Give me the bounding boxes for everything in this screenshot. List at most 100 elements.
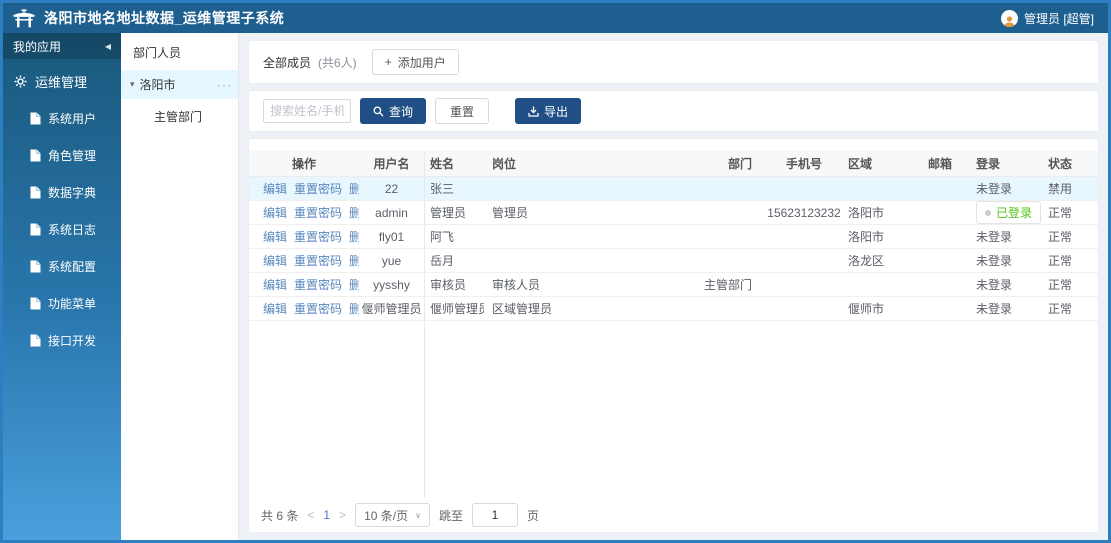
status-cell: 正常 [1048, 302, 1073, 316]
query-button[interactable]: 查询 [360, 98, 427, 124]
current-page[interactable]: 1 [323, 508, 330, 522]
action-link-delete[interactable]: 删除 [349, 206, 359, 220]
status-cell: 正常 [1048, 230, 1073, 244]
action-link-reset-password[interactable]: 重置密码 [294, 254, 342, 268]
table-header-row: 操作 用户名 姓名 岗位 部门 手机号 区域 邮箱 登录 状态 [249, 151, 1098, 177]
action-link-reset-password[interactable]: 重置密码 [294, 206, 342, 220]
sidebar-item-label: 数据字典 [48, 186, 97, 200]
file-icon [30, 112, 41, 125]
action-link-delete[interactable]: 删除 [349, 254, 359, 268]
username-cell: yysshy [373, 277, 410, 292]
sidebar-item-system-users[interactable]: 系统用户 [3, 100, 121, 137]
reset-button[interactable]: 重置 [435, 98, 490, 124]
table-row: 编辑重置密码删除 22 张三 未登录 禁用 [249, 177, 1098, 201]
sidebar-item-data-dictionary[interactable]: 数据字典 [3, 174, 121, 211]
sidebar-section-header[interactable]: 我的应用 ◀ [3, 33, 121, 59]
caret-down-icon[interactable]: ▾ [130, 79, 135, 90]
status-cell: 禁用 [1048, 182, 1073, 196]
table-row: 编辑重置密码删除 yysshy 审核员 审核人员 主管部门 未登录 正常 [249, 273, 1098, 297]
app-window: 洛阳市地名地址数据_运维管理子系统 管理员 [超管] 我的应用 ◀ 运维管理 系… [0, 0, 1111, 543]
table-row: 编辑重置密码删除 yue 岳月 洛龙区 未登录 正常 [249, 249, 1098, 273]
action-link-edit[interactable]: 编辑 [263, 278, 287, 292]
operations-cell: 编辑重置密码删除 [249, 228, 359, 245]
region-cell: 洛阳市 [848, 206, 885, 220]
action-link-delete[interactable]: 删除 [349, 278, 359, 292]
search-icon [373, 106, 384, 117]
phone-cell: 15623123232 [767, 205, 841, 220]
sidebar-item-label: 功能菜单 [48, 297, 97, 311]
table-row: 编辑重置密码删除 fly01 阿飞 洛阳市 未登录 正常 [249, 225, 1098, 249]
login-cell: 未登录 [976, 182, 1013, 196]
status-dot-icon [985, 209, 991, 216]
sidebar: 我的应用 ◀ 运维管理 系统用户 角色管理 数据字典 系统日志 系统配置 功能菜… [3, 33, 121, 540]
action-link-reset-password[interactable]: 重置密码 [294, 278, 342, 292]
name-cell: 审核员 [430, 278, 467, 292]
add-user-button[interactable]: + 添加用户 [371, 49, 459, 75]
action-link-reset-password[interactable]: 重置密码 [294, 230, 342, 244]
sidebar-item-system-config[interactable]: 系统配置 [3, 248, 121, 285]
column-header: 部门 [727, 157, 752, 171]
app-title: 洛阳市地名地址数据_运维管理子系统 [44, 10, 285, 26]
action-link-edit[interactable]: 编辑 [263, 302, 287, 316]
action-link-edit[interactable]: 编辑 [263, 206, 287, 220]
action-link-reset-password[interactable]: 重置密码 [294, 182, 342, 196]
table-row: 编辑重置密码删除 admin 管理员 管理员 15623123232 洛阳市 已登录正常 [249, 201, 1098, 225]
user-menu[interactable]: 管理员 [超管] [1000, 9, 1094, 27]
tree-node-luoyang[interactable]: ▾ 洛阳市 ··· [121, 70, 238, 99]
sidebar-item-label: 系统日志 [48, 223, 97, 237]
file-icon [30, 297, 41, 310]
prev-page-icon[interactable]: < [307, 508, 314, 522]
operations-cell: 编辑重置密码删除 [249, 204, 359, 221]
name-cell: 偃师管理员 [430, 302, 484, 316]
sidebar-item-api-development[interactable]: 接口开发 [3, 322, 121, 359]
action-link-delete[interactable]: 删除 [349, 302, 359, 316]
table-row: 编辑重置密码删除偃师管理员偃师管理员区域管理员偃师市未登录正常 [249, 297, 1098, 321]
collapse-icon[interactable]: ◀ [105, 42, 111, 51]
region-cell: 洛龙区 [848, 254, 885, 268]
tree-node-supervising-dept[interactable]: 主管部门 [121, 99, 238, 134]
jump-unit: 页 [526, 508, 539, 523]
login-cell: 未登录 [976, 278, 1013, 292]
column-header: 区域 [848, 157, 873, 171]
file-icon [30, 223, 41, 236]
export-button[interactable]: 导出 [515, 98, 582, 124]
column-header: 操作 [291, 157, 316, 171]
tree-node-label: 洛阳市 [139, 78, 176, 92]
operations-cell: 编辑重置密码删除 [249, 252, 359, 269]
sidebar-item-label: 系统配置 [48, 260, 97, 274]
action-link-edit[interactable]: 编辑 [263, 254, 287, 268]
users-table: 操作用户名姓名岗位部门手机号区域邮箱登录状态 编辑重置密码删除22张三未登录禁用… [249, 151, 1098, 498]
sidebar-group-ops[interactable]: 运维管理 [3, 59, 121, 100]
action-link-reset-password[interactable]: 重置密码 [294, 302, 342, 316]
login-cell: 未登录 [976, 254, 1013, 268]
username-cell: fly01 [378, 229, 405, 244]
action-link-delete[interactable]: 删除 [349, 230, 359, 244]
gear-icon [14, 75, 27, 88]
next-page-icon[interactable]: > [339, 508, 346, 522]
status-cell: 正常 [1048, 278, 1073, 292]
sidebar-item-function-menu[interactable]: 功能菜单 [3, 285, 121, 322]
position-cell: 审核人员 [492, 278, 541, 292]
more-icon[interactable]: ··· [217, 78, 232, 92]
region-cell: 偃师市 [848, 302, 885, 316]
app-logo-icon [13, 8, 35, 28]
file-icon [30, 186, 41, 199]
jump-page-input[interactable] [471, 503, 518, 527]
search-input[interactable] [263, 99, 351, 123]
tree-node-label: 主管部门 [154, 110, 203, 124]
sidebar-item-role-management[interactable]: 角色管理 [3, 137, 121, 174]
action-link-edit[interactable]: 编辑 [263, 182, 287, 196]
export-icon [528, 106, 539, 117]
column-header: 登录 [976, 157, 1001, 171]
department-cell: 主管部门 [703, 278, 752, 292]
action-link-edit[interactable]: 编辑 [263, 230, 287, 244]
position-cell: 管理员 [492, 206, 529, 220]
department-panel-title: 部门人员 [133, 46, 182, 60]
username-cell: 22 [384, 181, 399, 196]
search-bar: 查询 重置 导出 [249, 91, 1098, 131]
login-cell: 未登录 [976, 230, 1013, 244]
username-cell: 偃师管理员 [361, 302, 422, 316]
sidebar-item-system-logs[interactable]: 系统日志 [3, 211, 121, 248]
page-size-select[interactable]: 10 条/页 ∨ [355, 503, 430, 527]
action-link-delete[interactable]: 删除 [349, 182, 359, 196]
